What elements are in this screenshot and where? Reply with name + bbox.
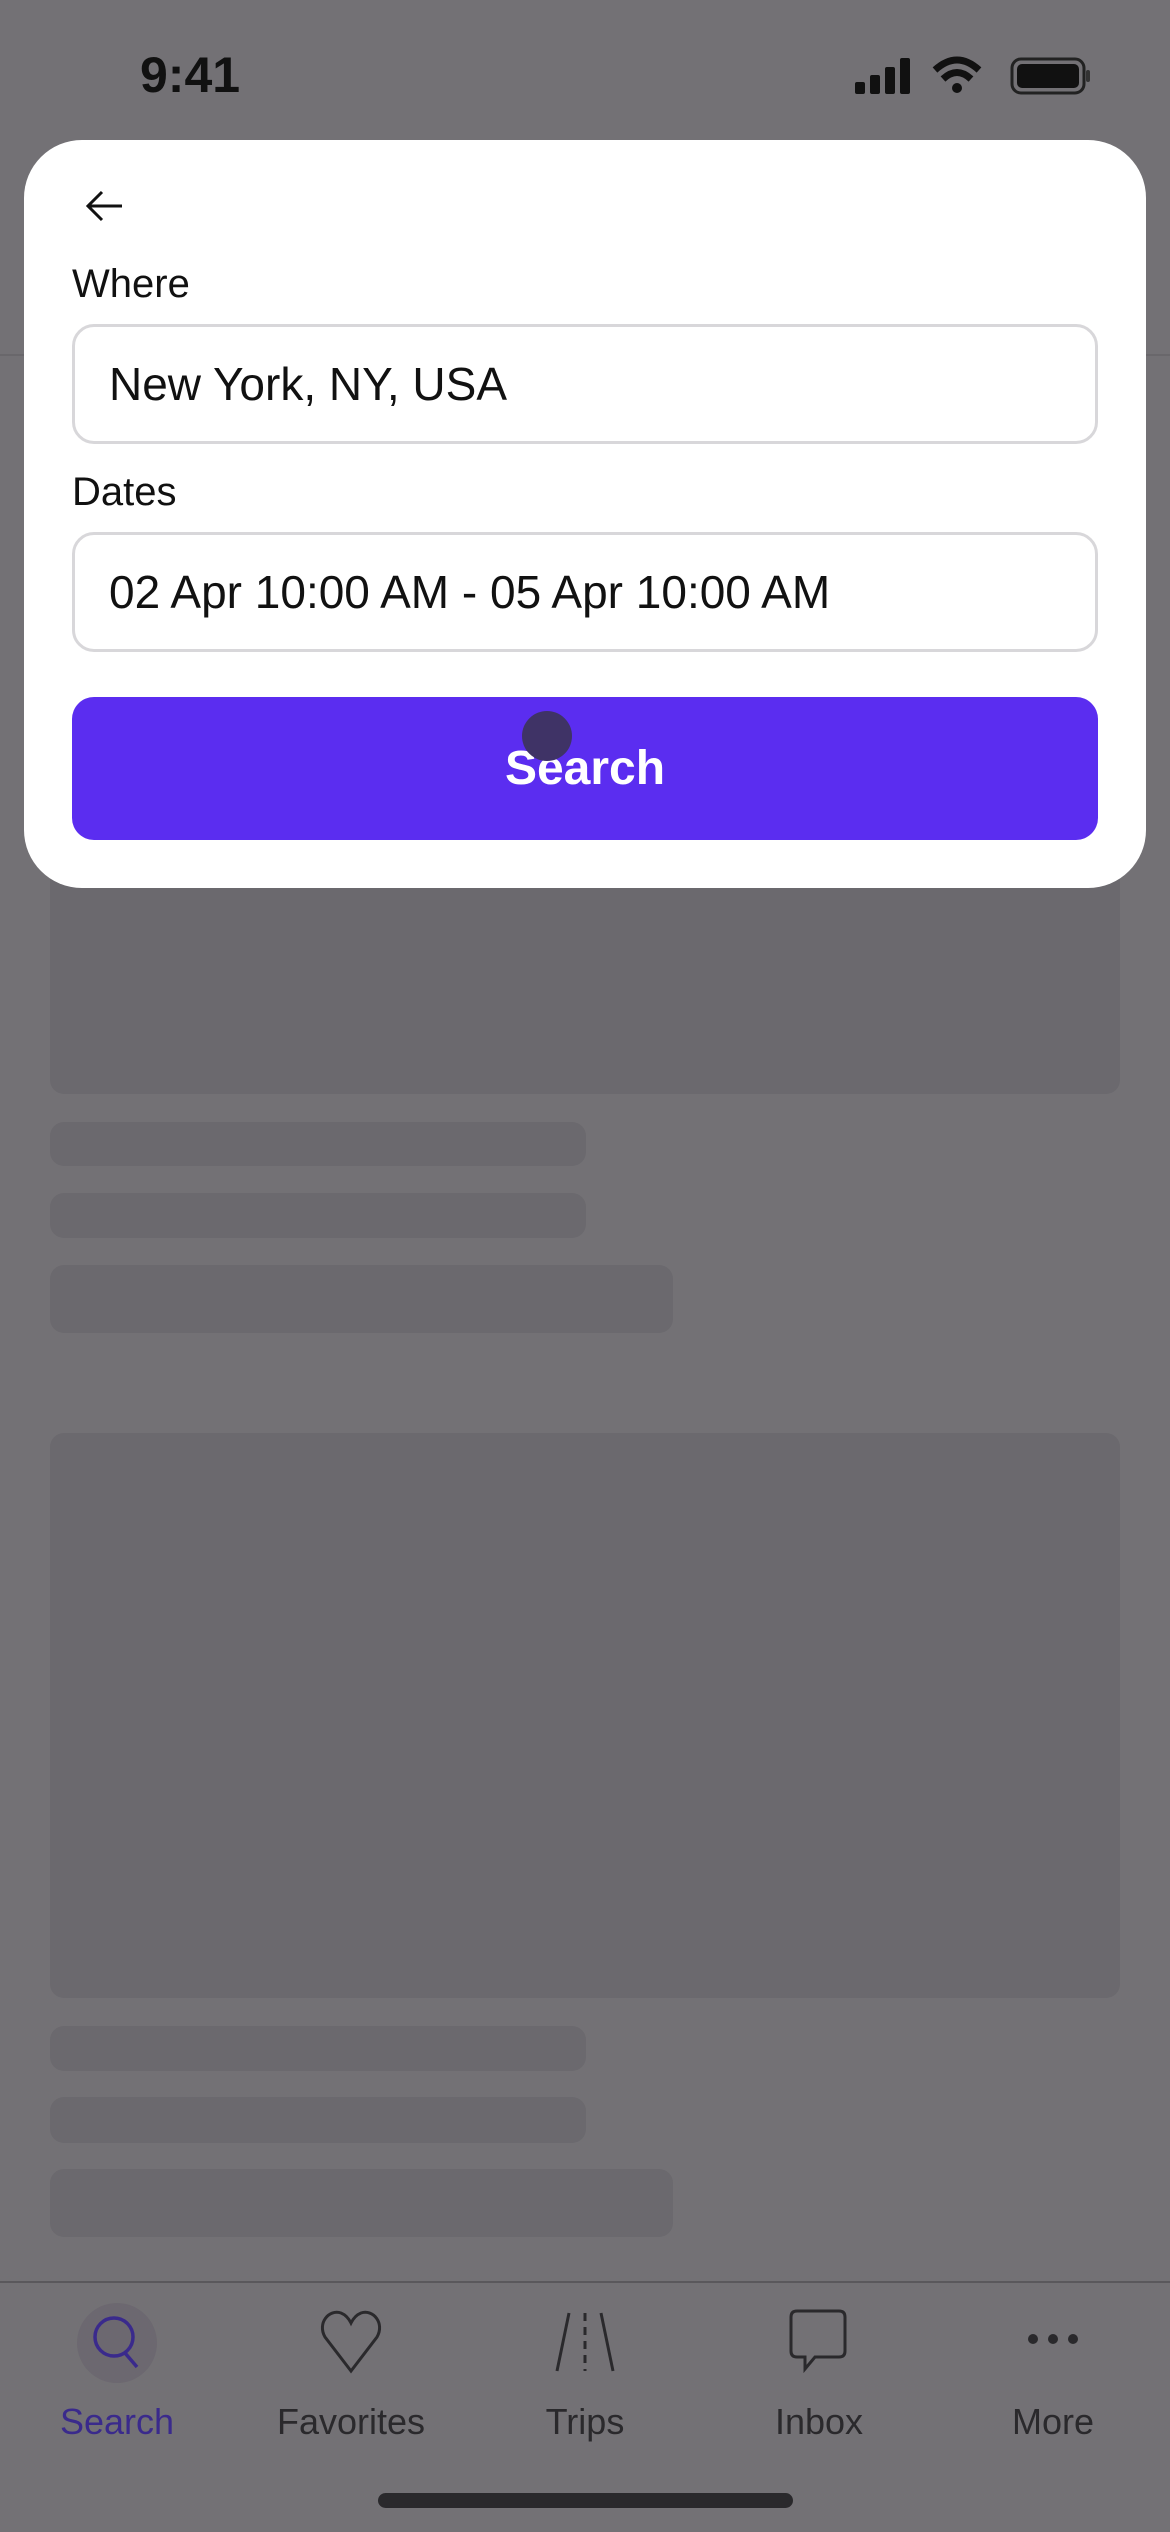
where-label: Where — [72, 262, 190, 306]
dates-label: Dates — [72, 470, 177, 514]
where-input[interactable]: New York, NY, USA — [72, 324, 1098, 444]
search-button[interactable]: Search — [72, 697, 1098, 840]
skeleton-line — [50, 2097, 586, 2143]
road-icon — [555, 2312, 615, 2372]
skeleton-image — [50, 860, 1120, 1094]
more-icon — [1028, 2334, 1078, 2344]
tab-label: Favorites — [276, 2401, 426, 2442]
tab-label: More — [1011, 2401, 1095, 2442]
chat-bubble-icon — [789, 2309, 847, 2374]
status-time: 9:41 — [140, 47, 241, 103]
touch-indicator — [522, 711, 572, 761]
skeleton-line — [50, 2169, 673, 2237]
tab-label: Trips — [545, 2401, 625, 2442]
search-panel: Where New York, NY, USA Dates 02 Apr 10:… — [24, 140, 1146, 888]
tab-trips[interactable]: Trips — [468, 2303, 702, 2443]
tab-more[interactable]: More — [936, 2303, 1170, 2443]
tab-label: Inbox — [774, 2401, 864, 2442]
signal-wifi-battery-icon — [855, 56, 1090, 95]
search-icon — [77, 2303, 157, 2383]
skeleton-line — [50, 2026, 586, 2071]
tab-search[interactable]: Search — [0, 2303, 234, 2443]
home-indicator[interactable] — [378, 2493, 793, 2508]
tab-favorites[interactable]: Favorites — [234, 2303, 468, 2443]
skeleton-image — [50, 1433, 1120, 1998]
tab-inbox[interactable]: Inbox — [702, 2303, 936, 2443]
skeleton-line — [50, 1122, 586, 1166]
skeleton-line — [50, 1193, 586, 1238]
status-icons — [855, 56, 1095, 96]
dates-input[interactable]: 02 Apr 10:00 AM - 05 Apr 10:00 AM — [72, 532, 1098, 652]
tab-label: Search — [59, 2401, 175, 2442]
skeleton-line — [50, 1265, 673, 1333]
back-arrow-icon[interactable] — [82, 184, 126, 228]
heart-icon — [320, 2310, 382, 2374]
